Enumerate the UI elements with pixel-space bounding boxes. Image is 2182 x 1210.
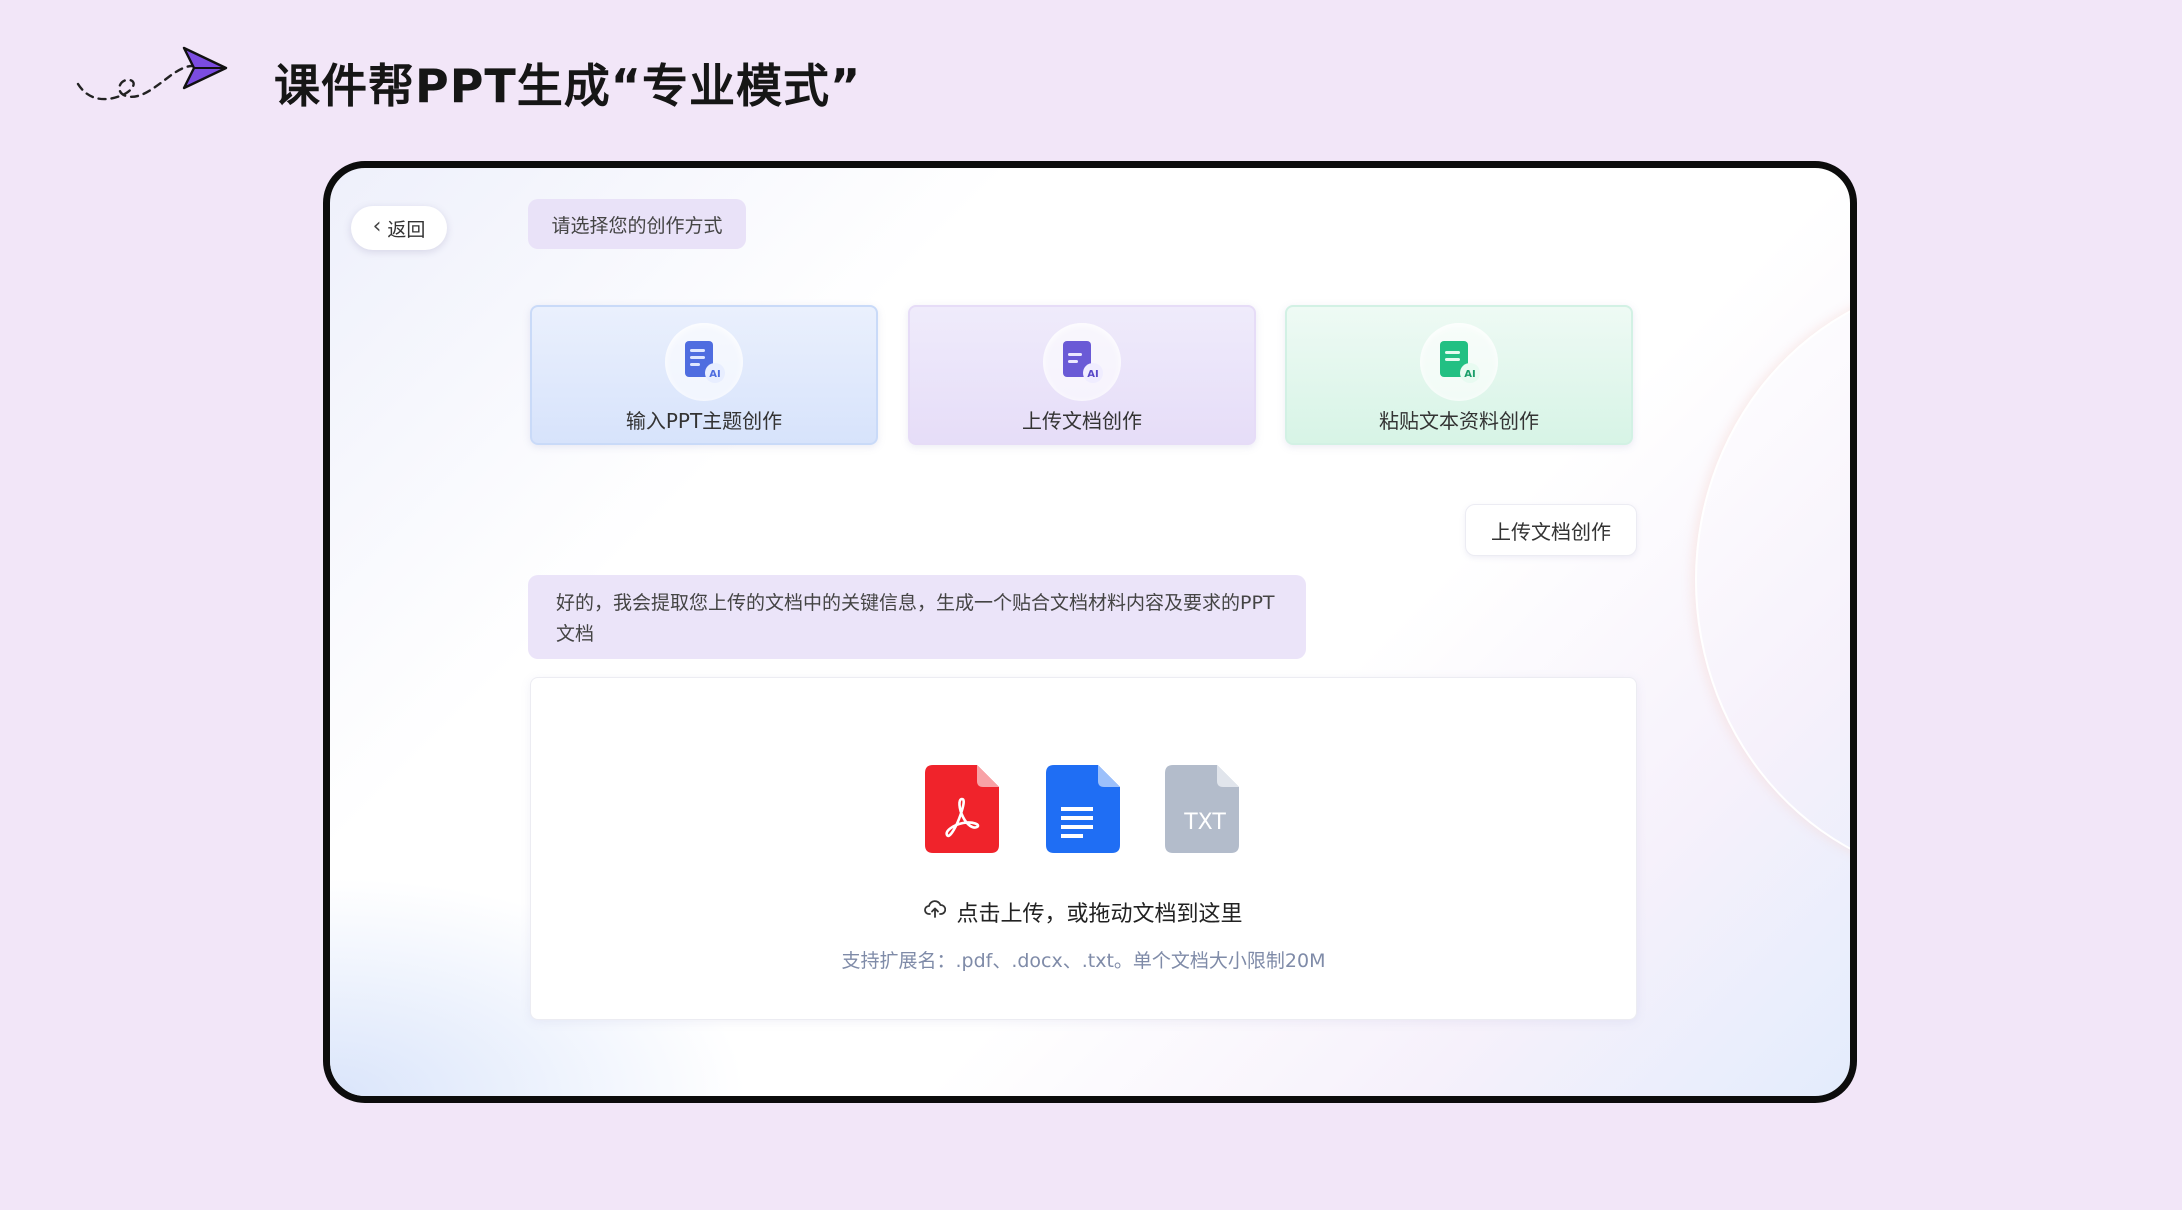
chevron-left-icon: ‹ [372,214,382,239]
mode-label: 输入PPT主题创作 [625,409,783,433]
upload-dropzone[interactable]: TXT 点击上传，或拖动文档到这里 支持扩展名：.pdf、.docx、.txt。… [530,677,1637,1020]
back-button[interactable]: ‹ 返回 [351,206,447,250]
ai-badge-text: AI [1087,369,1098,380]
pdf-file-icon [925,765,999,857]
back-label: 返回 [387,218,426,241]
txt-file-icon: TXT [1165,765,1239,857]
ai-badge-text: AI [709,369,720,380]
decorative-arc [1695,278,1850,882]
txt-icon-label: TXT [1183,810,1226,835]
upload-hint: 点击上传，或拖动文档到这里 [531,896,1636,928]
topic-doc-icon: AI [665,323,743,401]
upload-format-note: 支持扩展名：.pdf、.docx、.txt。单个文档大小限制20M [841,950,1326,972]
mode-card-upload[interactable]: AI 上传文档创作 [908,305,1256,445]
user-message-bubble: 上传文档创作 [1465,504,1637,556]
word-doc-icon [1046,765,1120,857]
upload-doc-icon: AI [1043,323,1121,401]
mode-label: 上传文档创作 [1022,409,1142,433]
ai-badge-text: AI [1464,369,1475,380]
cloud-upload-icon [924,899,947,925]
page-title: 课件帮PPT生成“专业模式” [274,59,862,113]
mode-card-paste[interactable]: AI 粘贴文本资料创作 [1285,305,1633,445]
paste-doc-icon: AI [1420,323,1498,401]
paper-plane-logo [74,40,234,112]
upload-hint-text: 点击上传，或拖动文档到这里 [956,902,1243,927]
assistant-message-bubble: 好的，我会提取您上传的文档中的关键信息，生成一个贴合文档材料内容及要求的PPT文… [528,575,1306,659]
creation-method-prompt: 请选择您的创作方式 [528,199,746,249]
mode-label: 粘贴文本资料创作 [1379,409,1539,433]
mode-card-topic[interactable]: AI 输入PPT主题创作 [530,305,878,445]
device-frame: ‹ 返回 请选择您的创作方式 AI 输入PPT主题创作 AI 上传文档创作 AI… [323,161,1857,1103]
